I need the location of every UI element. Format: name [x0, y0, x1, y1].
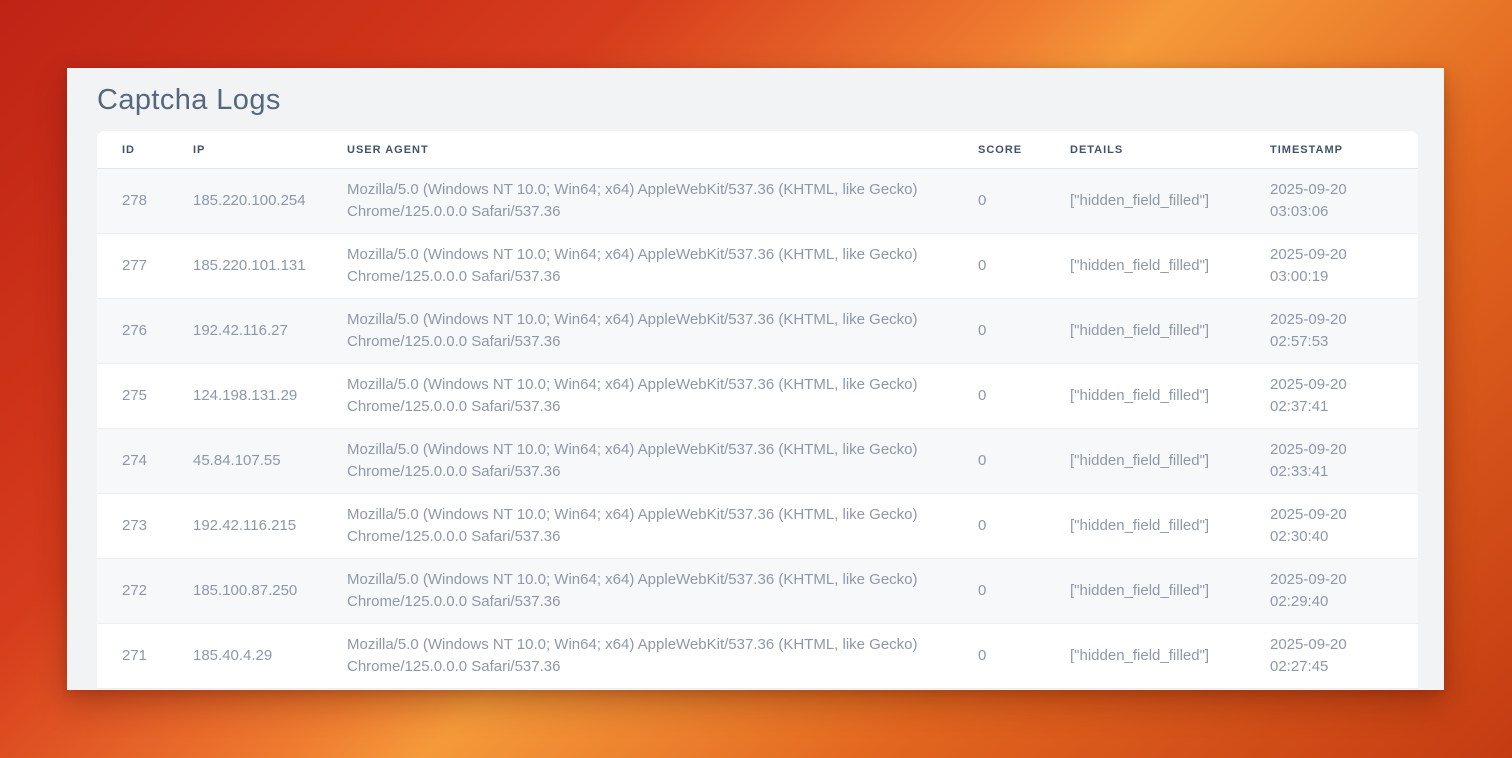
cell-timestamp: 2025-09-20 03:00:19 [1270, 234, 1418, 299]
cell-id: 272 [97, 559, 193, 624]
table-row: 277 185.220.101.131 Mozilla/5.0 (Windows… [97, 234, 1418, 299]
column-header-details: DETAILS [1070, 131, 1270, 169]
cell-details: ["hidden_field_filled"] [1070, 429, 1270, 494]
page-title: Captcha Logs [97, 83, 1414, 117]
column-header-ip: IP [193, 131, 347, 169]
table-row: 275 124.198.131.29 Mozilla/5.0 (Windows … [97, 364, 1418, 429]
cell-details: ["hidden_field_filled"] [1070, 169, 1270, 234]
cell-user-agent: Mozilla/5.0 (Windows NT 10.0; Win64; x64… [347, 559, 978, 624]
cell-ip: 124.198.131.29 [193, 364, 347, 429]
cell-id: 277 [97, 234, 193, 299]
column-header-timestamp: TIMESTAMP [1270, 131, 1418, 169]
cell-id: 278 [97, 169, 193, 234]
cell-ip: 185.40.4.29 [193, 624, 347, 689]
cell-score: 0 [978, 429, 1070, 494]
cell-ip: 185.100.87.250 [193, 559, 347, 624]
table-row: 276 192.42.116.27 Mozilla/5.0 (Windows N… [97, 299, 1418, 364]
cell-score: 0 [978, 364, 1070, 429]
captcha-logs-table: ID IP USER AGENT SCORE DETAILS TIMESTAMP… [97, 131, 1418, 689]
cell-ip: 192.42.116.215 [193, 494, 347, 559]
cell-ip: 192.42.116.27 [193, 299, 347, 364]
table-row: 272 185.100.87.250 Mozilla/5.0 (Windows … [97, 559, 1418, 624]
cell-details: ["hidden_field_filled"] [1070, 234, 1270, 299]
cell-score: 0 [978, 494, 1070, 559]
cell-user-agent: Mozilla/5.0 (Windows NT 10.0; Win64; x64… [347, 364, 978, 429]
cell-id: 275 [97, 364, 193, 429]
column-header-score: SCORE [978, 131, 1070, 169]
cell-score: 0 [978, 559, 1070, 624]
column-header-id: ID [97, 131, 193, 169]
cell-user-agent: Mozilla/5.0 (Windows NT 10.0; Win64; x64… [347, 169, 978, 234]
column-header-user-agent: USER AGENT [347, 131, 978, 169]
cell-timestamp: 2025-09-20 02:37:41 [1270, 364, 1418, 429]
captcha-logs-card: Captcha Logs ID IP USER AGENT SCORE DETA… [67, 68, 1444, 690]
cell-user-agent: Mozilla/5.0 (Windows NT 10.0; Win64; x64… [347, 624, 978, 689]
cell-ip: 185.220.100.254 [193, 169, 347, 234]
cell-timestamp: 2025-09-20 02:27:45 [1270, 624, 1418, 689]
table-header-row: ID IP USER AGENT SCORE DETAILS TIMESTAMP [97, 131, 1418, 169]
cell-details: ["hidden_field_filled"] [1070, 299, 1270, 364]
cell-id: 273 [97, 494, 193, 559]
cell-score: 0 [978, 169, 1070, 234]
table-row: 274 45.84.107.55 Mozilla/5.0 (Windows NT… [97, 429, 1418, 494]
cell-score: 0 [978, 624, 1070, 689]
cell-ip: 45.84.107.55 [193, 429, 347, 494]
table-row: 278 185.220.100.254 Mozilla/5.0 (Windows… [97, 169, 1418, 234]
cell-score: 0 [978, 234, 1070, 299]
cell-timestamp: 2025-09-20 02:33:41 [1270, 429, 1418, 494]
cell-user-agent: Mozilla/5.0 (Windows NT 10.0; Win64; x64… [347, 234, 978, 299]
cell-timestamp: 2025-09-20 02:29:40 [1270, 559, 1418, 624]
cell-ip: 185.220.101.131 [193, 234, 347, 299]
cell-id: 276 [97, 299, 193, 364]
cell-user-agent: Mozilla/5.0 (Windows NT 10.0; Win64; x64… [347, 299, 978, 364]
cell-user-agent: Mozilla/5.0 (Windows NT 10.0; Win64; x64… [347, 429, 978, 494]
cell-timestamp: 2025-09-20 02:30:40 [1270, 494, 1418, 559]
cell-id: 274 [97, 429, 193, 494]
logs-table-scroll-area[interactable]: ID IP USER AGENT SCORE DETAILS TIMESTAMP… [97, 131, 1418, 689]
table-row: 271 185.40.4.29 Mozilla/5.0 (Windows NT … [97, 624, 1418, 689]
cell-timestamp: 2025-09-20 03:03:06 [1270, 169, 1418, 234]
cell-score: 0 [978, 299, 1070, 364]
cell-id: 271 [97, 624, 193, 689]
cell-details: ["hidden_field_filled"] [1070, 624, 1270, 689]
table-row: 273 192.42.116.215 Mozilla/5.0 (Windows … [97, 494, 1418, 559]
cell-user-agent: Mozilla/5.0 (Windows NT 10.0; Win64; x64… [347, 494, 978, 559]
cell-details: ["hidden_field_filled"] [1070, 559, 1270, 624]
cell-details: ["hidden_field_filled"] [1070, 494, 1270, 559]
cell-details: ["hidden_field_filled"] [1070, 364, 1270, 429]
cell-timestamp: 2025-09-20 02:57:53 [1270, 299, 1418, 364]
